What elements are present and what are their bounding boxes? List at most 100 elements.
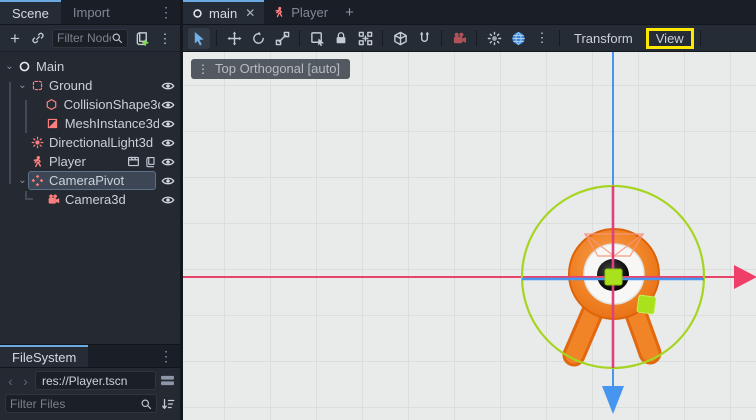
new-scene-tab-button[interactable]: + — [337, 0, 362, 24]
transform-menu[interactable]: Transform — [566, 31, 641, 46]
tree-item-main[interactable]: ⌄ Main — [0, 57, 180, 76]
camera3d-icon — [47, 193, 60, 206]
viewport-view-label: Top Orthogonal [auto] — [215, 61, 340, 76]
scene-dock-toolbar: + ⋮ — [0, 25, 180, 52]
scene-dock-tabbar: Scene Import ⋮ — [0, 0, 180, 25]
gizmo-plane-handle[interactable] — [637, 295, 656, 314]
tree-item-camera3d[interactable]: Camera3d — [0, 190, 180, 209]
local-space-cube-icon — [393, 31, 408, 46]
scale-tool-icon — [275, 31, 290, 46]
use-local-space-button[interactable] — [389, 28, 411, 49]
group-nodes-icon — [358, 31, 373, 46]
scene-tabbar: main ✕ Player + — [183, 0, 756, 25]
filesystem-menu-dots-icon[interactable]: ⋮ — [152, 345, 180, 367]
tree-item-label: CollisionShape3d — [64, 97, 160, 112]
preview-camera-button[interactable] — [448, 28, 470, 49]
tree-item-directionallight3d[interactable]: DirectionalLight3d — [0, 133, 180, 152]
scene-tab-main[interactable]: main ✕ — [183, 0, 264, 24]
visibility-eye-icon[interactable] — [159, 174, 176, 188]
tree-item-label: MeshInstance3d — [65, 116, 159, 131]
tab-scene[interactable]: Scene — [0, 0, 61, 24]
visibility-eye-icon[interactable] — [159, 155, 176, 169]
attach-script-button[interactable] — [133, 28, 151, 48]
lock-node-button[interactable] — [330, 28, 352, 49]
filesystem-path-row: ‹ › res://Player.tscn — [0, 368, 180, 391]
tree-item-label: Main — [36, 59, 64, 74]
collapse-arrow-icon[interactable]: ⌄ — [16, 80, 29, 91]
player-character-icon — [273, 6, 285, 18]
3d-viewport[interactable]: ⋮ Top Orthogonal [auto] — [183, 52, 756, 420]
open-instanced-scene-icon[interactable] — [125, 155, 142, 168]
node-icon — [18, 60, 31, 73]
scene-tab-player[interactable]: Player — [264, 0, 337, 24]
collisionshape3d-icon — [45, 98, 58, 111]
tree-item-collisionshape3d[interactable]: CollisionShape3d — [0, 95, 180, 114]
add-node-button[interactable]: + — [6, 28, 24, 48]
camera-preview-icon — [452, 31, 467, 46]
gizmo-z-move-arrow[interactable] — [602, 386, 624, 414]
snap-toggle-button[interactable] — [413, 28, 435, 49]
move-tool-button[interactable] — [223, 28, 245, 49]
group-node-button[interactable] — [354, 28, 376, 49]
tree-item-player[interactable]: Player — [0, 152, 180, 171]
list-select-tool-button[interactable] — [306, 28, 328, 49]
visibility-eye-icon[interactable] — [159, 117, 176, 131]
view-menu[interactable]: View — [654, 31, 686, 46]
rotate-tool-button[interactable] — [247, 28, 269, 49]
viewport-menu-dots-icon[interactable]: ⋮ — [531, 28, 553, 49]
current-path-field[interactable]: res://Player.tscn — [35, 371, 156, 390]
collapse-arrow-icon[interactable]: ⌄ — [16, 175, 29, 186]
tab-filesystem[interactable]: FileSystem — [0, 345, 88, 367]
script-badge-icon[interactable] — [142, 156, 159, 168]
tab-filesystem-label: FileSystem — [12, 350, 76, 365]
scale-tool-button[interactable] — [271, 28, 293, 49]
filesystem-dock: FileSystem ⋮ ‹ › res://Player.tscn — [0, 344, 180, 420]
lock-icon — [334, 31, 348, 45]
tab-import[interactable]: Import — [61, 0, 122, 24]
close-tab-icon[interactable]: ✕ — [245, 6, 255, 20]
search-icon — [140, 398, 152, 410]
filesystem-filter-row — [0, 391, 180, 414]
node3d-icon — [31, 174, 44, 187]
new-script-icon — [135, 31, 150, 46]
viewport-canvas[interactable] — [183, 52, 756, 420]
select-tool-button[interactable] — [188, 28, 210, 49]
visibility-eye-icon[interactable] — [159, 79, 176, 93]
visibility-eye-icon[interactable] — [159, 136, 176, 150]
tree-item-label: CameraPivot — [49, 173, 124, 188]
sort-files-icon[interactable] — [161, 397, 175, 411]
viewport-view-chip[interactable]: ⋮ Top Orthogonal [auto] — [191, 59, 350, 79]
left-dock: Scene Import ⋮ + — [0, 0, 180, 420]
nav-back-icon[interactable]: ‹ — [5, 373, 16, 389]
gizmo-center-handle[interactable] — [605, 269, 622, 285]
filter-files-field[interactable] — [5, 394, 157, 413]
instance-scene-button[interactable] — [29, 28, 47, 48]
staticbody3d-icon — [31, 79, 44, 92]
gizmo-x-move-arrow[interactable] — [734, 265, 756, 289]
scene-tab-main-label: main — [209, 6, 237, 21]
tree-item-label: DirectionalLight3d — [49, 135, 153, 150]
snap-magnet-icon — [417, 31, 432, 46]
preview-environment-button[interactable] — [507, 28, 529, 49]
preview-sunlight-button[interactable] — [483, 28, 505, 49]
toggle-split-mode-icon[interactable] — [160, 374, 175, 387]
select-arrow-icon — [192, 31, 207, 46]
filter-nodes-input[interactable] — [57, 31, 111, 45]
rotate-tool-icon — [251, 31, 266, 46]
nav-forward-icon[interactable]: › — [20, 373, 31, 389]
list-select-icon — [310, 31, 325, 46]
move-tool-icon — [227, 31, 242, 46]
tree-item-camerapivot[interactable]: ⌄ CameraPivot — [0, 171, 180, 190]
tree-item-ground[interactable]: ⌄ Ground — [0, 76, 180, 95]
viewport-view-menu-dots-icon[interactable]: ⋮ — [197, 62, 209, 76]
visibility-eye-icon[interactable] — [160, 98, 176, 112]
current-path-text: res://Player.tscn — [42, 374, 127, 388]
tree-item-meshinstance3d[interactable]: MeshInstance3d — [0, 114, 180, 133]
scene-dock-menu-dots-icon[interactable]: ⋮ — [152, 0, 180, 24]
scene-tree-menu-dots-icon[interactable]: ⋮ — [156, 28, 174, 48]
filter-files-input[interactable] — [10, 397, 140, 411]
filter-nodes-field[interactable] — [52, 29, 128, 48]
collapse-arrow-icon[interactable]: ⌄ — [3, 61, 16, 72]
visibility-eye-icon[interactable] — [159, 193, 176, 207]
scene-tab-player-label: Player — [291, 5, 328, 20]
